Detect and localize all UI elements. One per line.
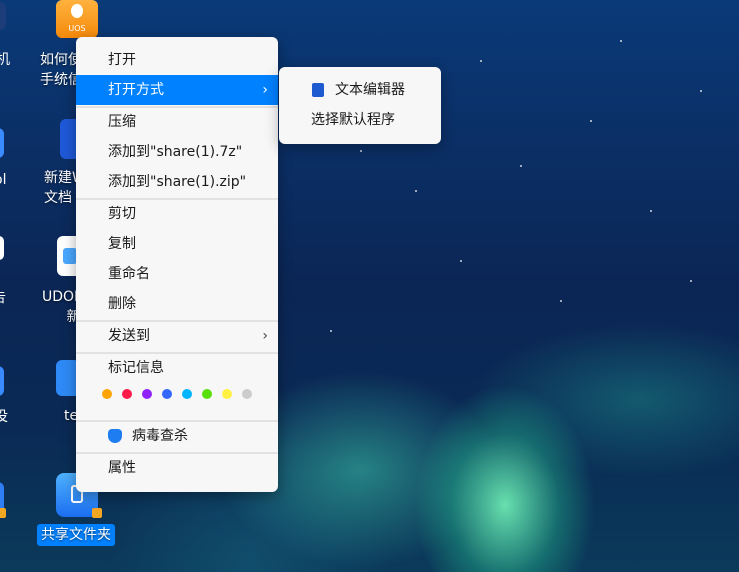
edge-label-1: 机 (0, 52, 10, 68)
menu-item-add-to-zip[interactable]: 添加到"share(1).zip" (76, 167, 278, 197)
submenu-item-text-editor[interactable]: 文本编辑器 (279, 75, 441, 105)
edge-icon-4[interactable] (0, 366, 4, 396)
tag-color-gray[interactable] (242, 389, 252, 399)
edge-label-2: ol (0, 172, 7, 188)
chevron-right-icon: › (262, 328, 268, 344)
lock-icon (92, 508, 102, 518)
edge-icon-2[interactable] (0, 128, 4, 158)
uos-icon: UOS (56, 0, 98, 38)
menu-item-label: 打开方式 (108, 82, 164, 98)
edge-icon-3[interactable] (0, 236, 4, 260)
edge-label-3: 告 (0, 288, 6, 308)
text-editor-icon (312, 83, 324, 97)
menu-item-send-to[interactable]: 发送到 › (76, 321, 278, 351)
tag-color-cyan[interactable] (182, 389, 192, 399)
tag-color-green[interactable] (202, 389, 212, 399)
tag-color-purple[interactable] (142, 389, 152, 399)
menu-item-compress[interactable]: 压缩 (76, 107, 278, 137)
menu-item-copy[interactable]: 复制 (76, 229, 278, 259)
menu-item-open[interactable]: 打开 (76, 45, 278, 75)
edge-label-4: 没 (0, 409, 8, 425)
menu-item-label: 文本编辑器 (335, 82, 405, 98)
submenu-item-choose-default[interactable]: 选择默认程序 (279, 105, 441, 135)
icon-label: 共享文件夹 (41, 527, 111, 543)
menu-item-rename[interactable]: 重命名 (76, 259, 278, 289)
menu-item-cut[interactable]: 剪切 (76, 199, 278, 229)
menu-item-open-with[interactable]: 打开方式 › (76, 75, 278, 105)
tag-color-blue[interactable] (162, 389, 172, 399)
menu-item-label: 病毒查杀 (132, 428, 188, 444)
tag-color-orange[interactable] (102, 389, 112, 399)
chevron-right-icon: › (262, 82, 268, 98)
menu-item-virus-scan[interactable]: 病毒查杀 (76, 421, 278, 451)
edge-icon-1[interactable] (0, 2, 6, 30)
lock-icon (0, 508, 6, 518)
menu-item-properties[interactable]: 属性 (76, 453, 278, 483)
open-with-submenu: 文本编辑器 选择默认程序 (279, 67, 441, 144)
uos-badge: UOS (68, 24, 86, 33)
lightbulb-icon (71, 4, 83, 18)
shield-icon (108, 429, 122, 443)
tag-color-red[interactable] (122, 389, 132, 399)
context-menu: 打开 打开方式 › 压缩 添加到"share(1).7z" 添加到"share(… (76, 37, 278, 492)
tag-color-yellow[interactable] (222, 389, 232, 399)
menu-item-add-to-7z[interactable]: 添加到"share(1).7z" (76, 137, 278, 167)
menu-item-label: 发送到 (108, 328, 150, 344)
menu-item-tag-info: 标记信息 (108, 360, 164, 376)
menu-item-delete[interactable]: 删除 (76, 289, 278, 319)
